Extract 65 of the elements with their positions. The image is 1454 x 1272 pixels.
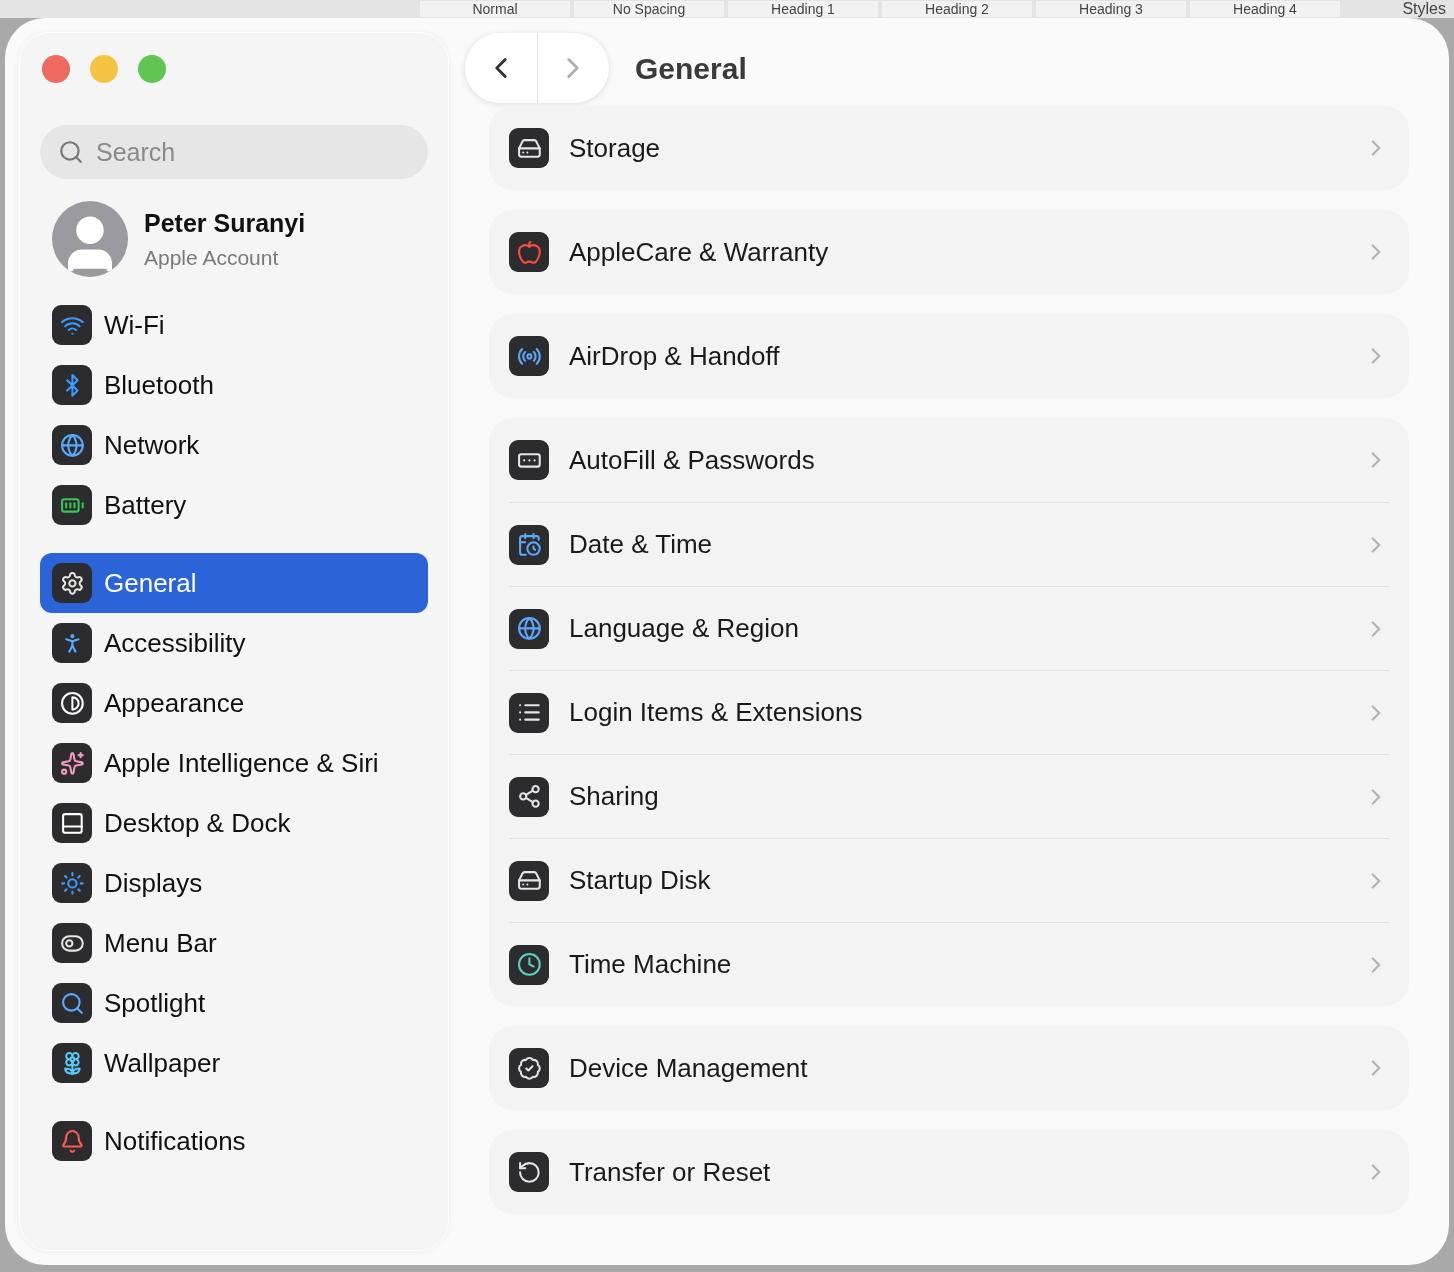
sidebar-item[interactable]: Accessibility [40, 613, 428, 673]
password-field-icon [509, 440, 549, 480]
globe-icon [509, 608, 549, 649]
settings-row[interactable]: Storage [509, 106, 1389, 190]
settings-row[interactable]: Device Management [509, 1026, 1389, 1110]
style-preset[interactable]: Normal [420, 1, 570, 17]
drive-icon [509, 860, 549, 901]
list-icon [509, 692, 549, 733]
settings-row[interactable]: AutoFill & Passwords [509, 418, 1389, 502]
settings-row[interactable]: Login Items & Extensions [509, 670, 1389, 754]
accessibility-icon [52, 623, 92, 663]
badge-check-icon [509, 1048, 549, 1088]
sidebar-item[interactable]: Notifications [40, 1111, 428, 1171]
sidebar-item[interactable]: Apple Intelligence & Siri [40, 733, 428, 793]
wifi-icon [52, 305, 92, 345]
settings-row[interactable]: Date & Time [509, 502, 1389, 586]
zoom-button[interactable] [138, 55, 166, 83]
sidebar-item[interactable]: Desktop & Dock [40, 793, 428, 853]
account-name: Peter Suranyi [144, 207, 306, 239]
toggle-icon [52, 923, 92, 963]
settings-row[interactable]: AppleCare & Warranty [509, 210, 1389, 294]
bell-icon [52, 1121, 92, 1161]
sidebar-item[interactable]: Wallpaper [40, 1033, 428, 1093]
search-field[interactable]: Search [40, 125, 428, 179]
close-button[interactable] [42, 55, 70, 83]
gear-icon [52, 563, 92, 603]
sidebar-item[interactable]: Wi-Fi [40, 295, 428, 355]
style-preset[interactable]: Heading 3 [1036, 1, 1186, 17]
sidebar-item[interactable]: Bluetooth [40, 355, 428, 415]
sidebar-item[interactable]: Battery [40, 475, 428, 535]
clock-icon [509, 944, 549, 985]
flower-icon [52, 1043, 92, 1083]
settings-row[interactable]: Transfer or Reset [509, 1130, 1389, 1214]
settings-row[interactable]: Language & Region [509, 586, 1389, 670]
drive-icon [509, 128, 549, 168]
search-icon [58, 139, 84, 165]
sidebar-item[interactable]: Menu Bar [40, 913, 428, 973]
styles-label: Styles [1402, 1, 1446, 17]
globe-icon [52, 425, 92, 465]
calendar-clock-icon [509, 524, 549, 565]
sidebar-item[interactable]: Appearance [40, 673, 428, 733]
style-preset[interactable]: Heading 1 [728, 1, 878, 17]
bluetooth-icon [52, 365, 92, 405]
sidebar-item[interactable]: Spotlight [40, 973, 428, 1033]
settings-row[interactable]: Sharing [509, 754, 1389, 838]
style-preset[interactable]: Heading 2 [882, 1, 1032, 17]
sidebar-item[interactable]: General [40, 553, 428, 613]
dock-icon [52, 803, 92, 843]
sparkle-icon [52, 743, 92, 783]
minimize-button[interactable] [90, 55, 118, 83]
style-preset[interactable]: Heading 4 [1190, 1, 1340, 17]
settings-row[interactable]: Time Machine [509, 922, 1389, 1006]
sidebar-item[interactable]: Network [40, 415, 428, 475]
account-subtitle: Apple Account [144, 245, 280, 271]
apple-icon [509, 232, 549, 272]
battery-icon [52, 485, 92, 525]
sidebar-item[interactable]: Displays [40, 853, 428, 913]
style-preset[interactable]: No Spacing [574, 1, 724, 17]
signal-rings-icon [509, 336, 549, 376]
settings-row[interactable]: Startup Disk [509, 838, 1389, 922]
magnifier-icon [52, 983, 92, 1023]
sun-icon [52, 863, 92, 903]
share-icon [509, 776, 549, 817]
window-title: General [635, 50, 747, 87]
settings-row[interactable]: AirDrop & Handoff [509, 314, 1389, 398]
